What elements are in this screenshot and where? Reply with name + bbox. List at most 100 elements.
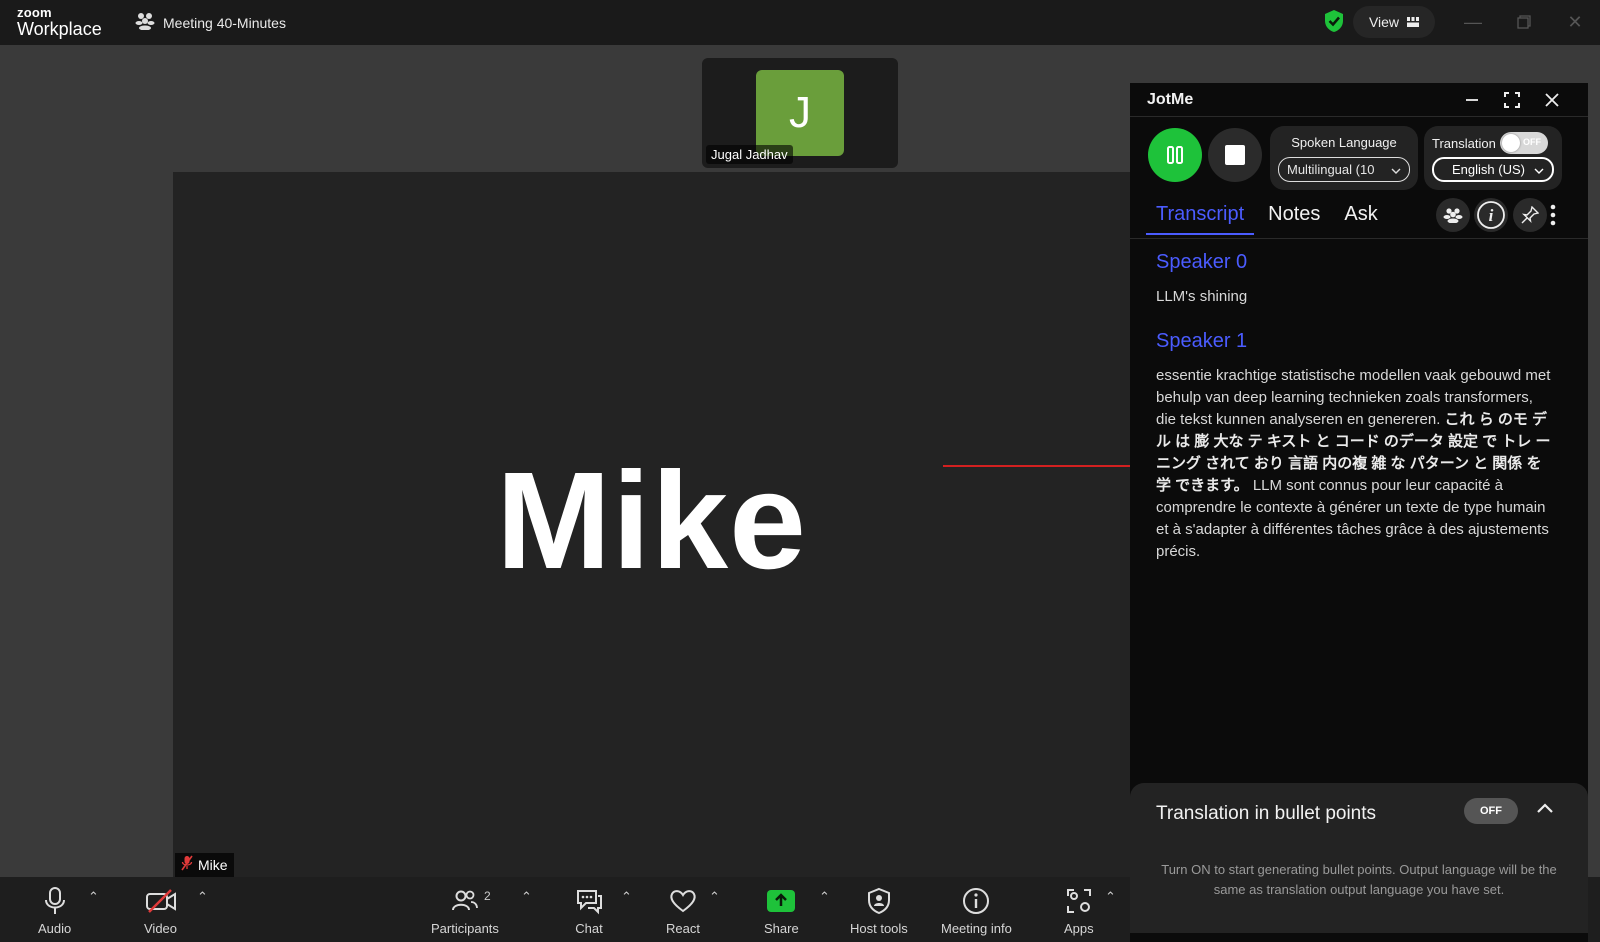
tab-notes[interactable]: Notes	[1258, 199, 1330, 235]
transcript-entry: Speaker 0 LLM's shining	[1156, 251, 1556, 308]
video-label: Video	[144, 921, 178, 936]
translation-toggle[interactable]: OFF	[1500, 132, 1548, 154]
audio-options-chevron-icon[interactable]: ⌃	[88, 889, 99, 905]
tab-ask[interactable]: Ask	[1334, 199, 1387, 235]
share-label: Share	[764, 921, 799, 936]
chat-button[interactable]: Chat	[574, 885, 604, 936]
expand-panel-icon[interactable]	[1501, 89, 1523, 111]
bullet-points-toggle[interactable]: OFF	[1464, 798, 1518, 824]
speaker-name-tag: Mike	[175, 853, 234, 877]
meeting-info-button[interactable]: Meeting info	[941, 885, 1012, 936]
speakers-icon[interactable]	[1436, 198, 1470, 232]
avatar: J	[756, 70, 844, 156]
video-off-icon	[145, 885, 177, 917]
chevron-down-icon	[1391, 162, 1401, 177]
active-speaker-video[interactable]: Mike Mike	[173, 172, 1130, 877]
view-label: View	[1368, 14, 1400, 30]
zoom-logo: zoom Workplace	[17, 6, 102, 38]
info-icon[interactable]: i	[1474, 198, 1508, 232]
react-options-chevron-icon[interactable]: ⌃	[709, 889, 720, 905]
view-button[interactable]: View	[1353, 6, 1435, 38]
minimize-panel-icon[interactable]	[1461, 89, 1483, 111]
video-options-chevron-icon[interactable]: ⌃	[197, 889, 208, 905]
chat-label: Chat	[575, 921, 603, 936]
chat-icon	[574, 885, 604, 917]
close-window-icon[interactable]: ✕	[1563, 10, 1587, 34]
translation-toggle-state: OFF	[1523, 137, 1541, 147]
brand-top: zoom	[17, 5, 52, 20]
pause-recording-button[interactable]	[1148, 128, 1202, 182]
participants-group-icon	[135, 12, 155, 33]
meeting-title[interactable]: Meeting 40-Minutes	[135, 12, 286, 33]
tab-transcript[interactable]: Transcript	[1146, 199, 1255, 235]
spoken-language-select[interactable]: Multilingual (10	[1278, 157, 1410, 182]
jotme-title: JotMe	[1147, 91, 1194, 108]
chevron-down-icon	[1534, 162, 1544, 177]
close-panel-icon[interactable]	[1541, 89, 1563, 111]
jotme-header: JotMe	[1130, 83, 1588, 117]
participant-name: Jugal Jadhav	[706, 145, 793, 164]
apps-label: Apps	[1064, 921, 1094, 936]
minimize-window-icon[interactable]: —	[1461, 10, 1485, 34]
meeting-title-text: Meeting 40-Minutes	[163, 14, 286, 31]
pause-icon	[1167, 146, 1183, 164]
transcript-entry: Speaker 1 essentie krachtige statistisch…	[1156, 330, 1556, 563]
translation-card: Translation OFF English (US)	[1424, 126, 1562, 190]
bullet-points-title: Translation in bullet points	[1156, 803, 1377, 824]
bullet-points-panel: Translation in bullet points OFF Turn ON…	[1130, 783, 1588, 933]
participant-thumbnail[interactable]: J Jugal Jadhav	[702, 58, 898, 168]
microphone-icon	[43, 885, 67, 917]
spoken-language-value: Multilingual (10	[1287, 162, 1375, 177]
react-button[interactable]: React	[666, 885, 700, 936]
svg-text:i: i	[1489, 206, 1494, 225]
audio-button[interactable]: Audio	[38, 885, 71, 936]
annotation-arrow	[943, 459, 1149, 478]
bullet-points-description: Turn ON to start generating bullet point…	[1161, 862, 1557, 897]
audio-label: Audio	[38, 921, 72, 936]
participants-icon	[451, 885, 479, 917]
stop-icon	[1225, 145, 1245, 165]
tab-divider	[1130, 238, 1588, 239]
toggle-knob	[1502, 134, 1520, 152]
translation-language-value: English (US)	[1452, 162, 1525, 177]
chat-options-chevron-icon[interactable]: ⌃	[621, 889, 632, 905]
participants-count: 2	[484, 889, 491, 903]
encryption-shield-icon[interactable]	[1323, 9, 1345, 38]
transcript-list: Speaker 0 LLM's shining Speaker 1 essent…	[1156, 251, 1556, 585]
video-button[interactable]: Video	[144, 885, 177, 936]
host-tools-button[interactable]: Host tools	[850, 885, 908, 936]
brand-bottom: Workplace	[17, 19, 102, 39]
host-shield-icon	[866, 885, 892, 917]
restore-window-icon[interactable]	[1512, 10, 1536, 34]
mic-muted-icon	[181, 855, 193, 874]
participants-options-chevron-icon[interactable]: ⌃	[521, 889, 532, 905]
share-screen-icon	[766, 885, 796, 917]
info-icon	[962, 885, 990, 917]
apps-button[interactable]: Apps	[1064, 885, 1094, 936]
apps-icon	[1065, 885, 1093, 917]
share-options-chevron-icon[interactable]: ⌃	[819, 889, 830, 905]
speaker-label: Speaker 1	[1156, 330, 1248, 352]
spoken-language-card: Spoken Language Multilingual (10	[1270, 126, 1418, 190]
meeting-info-label: Meeting info	[941, 921, 1012, 936]
jotme-tabs: Transcript Notes Ask	[1146, 199, 1392, 235]
pin-icon[interactable]	[1513, 198, 1547, 232]
host-tools-label: Host tools	[850, 921, 908, 936]
translation-language-select[interactable]: English (US)	[1432, 157, 1554, 182]
utterance-text: LLM's shining	[1156, 288, 1248, 305]
chevron-up-icon[interactable]	[1535, 799, 1555, 824]
title-bar: zoom Workplace Meeting 40-Minutes View —…	[0, 0, 1600, 45]
apps-options-chevron-icon[interactable]: ⌃	[1105, 889, 1116, 905]
utterance-text: essentie krachtige statistische modellen…	[1156, 365, 1556, 563]
spoken-language-label: Spoken Language	[1291, 135, 1397, 150]
jotme-panel: JotMe Spoken Language Multilingual (10 T…	[1130, 83, 1588, 942]
speaker-label: Speaker 0	[1156, 251, 1248, 273]
more-options-icon[interactable]	[1550, 203, 1556, 232]
grid-icon	[1407, 14, 1420, 30]
heart-icon	[668, 885, 698, 917]
stop-recording-button[interactable]	[1208, 128, 1262, 182]
react-label: React	[666, 921, 700, 936]
translation-label: Translation	[1432, 136, 1496, 151]
share-button[interactable]: Share	[764, 885, 799, 936]
speaker-name: Mike	[198, 856, 228, 873]
